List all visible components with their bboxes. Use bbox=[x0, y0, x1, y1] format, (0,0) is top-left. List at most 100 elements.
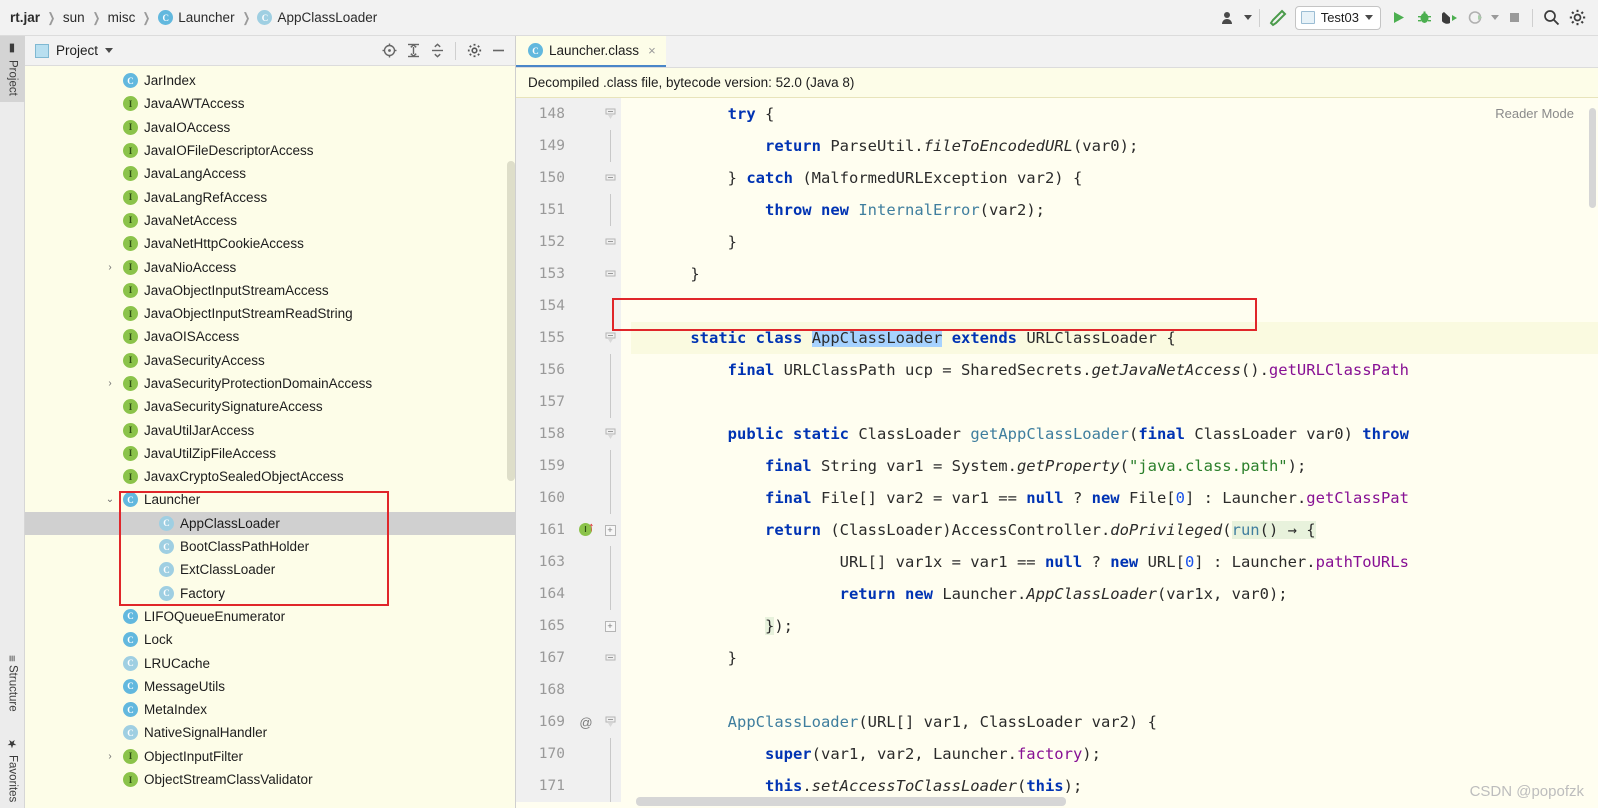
tool-window-tab-favorites[interactable]: ★ Favorites bbox=[0, 731, 25, 808]
code-line[interactable]: 164 return new Launcher.AppClassLoader(v… bbox=[516, 578, 1598, 610]
code-line[interactable]: 155 static class AppClassLoader extends … bbox=[516, 322, 1598, 354]
annotation-marker-icon[interactable]: @ bbox=[573, 706, 599, 738]
run-play-icon[interactable] bbox=[1385, 5, 1411, 31]
tree-item[interactable]: C ExtClassLoader bbox=[25, 558, 515, 581]
tree-item[interactable]: › I JavaSecurityProtectionDomainAccess bbox=[25, 372, 515, 395]
code-line[interactable]: 150 } catch (MalformedURLException var2)… bbox=[516, 162, 1598, 194]
code-line[interactable]: 169 @ AppClassLoader(URL[] var1, ClassLoa… bbox=[516, 706, 1598, 738]
breadcrumb-item-appclassloader[interactable]: C AppClassLoader bbox=[257, 10, 377, 25]
fold-guide-line[interactable] bbox=[599, 386, 621, 418]
tree-item[interactable]: I JavaLangAccess bbox=[25, 162, 515, 185]
fold-guide-line[interactable] bbox=[599, 354, 621, 386]
run-configuration-selector[interactable]: Test03 bbox=[1294, 5, 1381, 30]
search-icon[interactable] bbox=[1538, 5, 1564, 31]
fold-end-icon[interactable] bbox=[599, 642, 621, 674]
expand-all-icon[interactable] bbox=[402, 40, 424, 62]
tree-item[interactable]: I JavaUtilZipFileAccess bbox=[25, 442, 515, 465]
locate-icon[interactable] bbox=[378, 40, 400, 62]
code-line[interactable]: 149 return ParseUtil.fileToEncodedURL(va… bbox=[516, 130, 1598, 162]
code-viewport[interactable]: Reader Mode 148 try {149 return ParseUti… bbox=[516, 98, 1598, 808]
fold-guide-line[interactable] bbox=[599, 546, 621, 578]
fold-collapse-icon[interactable] bbox=[599, 98, 621, 130]
tree-item[interactable]: C MetaIndex bbox=[25, 698, 515, 721]
breadcrumb-item-misc[interactable]: misc bbox=[108, 10, 136, 25]
tree-item[interactable]: C Lock bbox=[25, 628, 515, 651]
project-tree-scrollbar[interactable] bbox=[507, 161, 515, 481]
fold-expand-icon[interactable]: + bbox=[599, 610, 621, 642]
tree-item[interactable]: I JavaSecurityAccess bbox=[25, 349, 515, 372]
tool-window-tab-project[interactable]: ▮ Project bbox=[0, 36, 25, 102]
code-line[interactable]: 170 super(var1, var2, Launcher.factory); bbox=[516, 738, 1598, 770]
code-line[interactable]: 153 } bbox=[516, 258, 1598, 290]
tree-item[interactable]: I JavaNetAccess bbox=[25, 209, 515, 232]
code-line[interactable]: 154 bbox=[516, 290, 1598, 322]
chevron-right-icon[interactable]: › bbox=[103, 751, 117, 762]
tree-item[interactable]: C MessageUtils bbox=[25, 675, 515, 698]
fold-end-icon[interactable] bbox=[599, 258, 621, 290]
tree-item[interactable]: I JavaxCryptoSealedObjectAccess bbox=[25, 465, 515, 488]
breadcrumb-item-sun[interactable]: sun bbox=[63, 10, 85, 25]
code-line[interactable]: 165 + }); bbox=[516, 610, 1598, 642]
code-line[interactable]: 160 final File[] var2 = var1 == null ? n… bbox=[516, 482, 1598, 514]
editor-vertical-scrollbar[interactable] bbox=[1589, 108, 1596, 208]
tree-item[interactable]: C NativeSignalHandler bbox=[25, 721, 515, 744]
code-line[interactable]: 148 try { bbox=[516, 98, 1598, 130]
code-line[interactable]: 157 bbox=[516, 386, 1598, 418]
fold-collapse-icon[interactable] bbox=[599, 322, 621, 354]
profiler-dropdown-caret-icon[interactable] bbox=[1489, 5, 1501, 31]
tree-item[interactable]: I JavaNetHttpCookieAccess bbox=[25, 232, 515, 255]
profiler-icon[interactable] bbox=[1463, 5, 1489, 31]
breadcrumb-item-jar[interactable]: rt.jar bbox=[10, 10, 40, 25]
tree-item[interactable]: I JavaOISAccess bbox=[25, 325, 515, 348]
stop-icon[interactable] bbox=[1501, 5, 1527, 31]
tree-item[interactable]: I ObjectStreamClassValidator bbox=[25, 768, 515, 791]
fold-end-icon[interactable] bbox=[599, 226, 621, 258]
fold-guide-line[interactable] bbox=[599, 578, 621, 610]
debug-bug-icon[interactable] bbox=[1411, 5, 1437, 31]
editor-horizontal-scrollbar[interactable] bbox=[636, 797, 1066, 806]
tree-item[interactable]: I JavaIOAccess bbox=[25, 116, 515, 139]
tree-item[interactable]: C LIFOQueueEnumerator bbox=[25, 605, 515, 628]
fold-collapse-icon[interactable] bbox=[599, 418, 621, 450]
tree-item[interactable]: I JavaSecuritySignatureAccess bbox=[25, 395, 515, 418]
code-line[interactable]: 161 I ↑ + return (ClassLoader)AccessControl… bbox=[516, 514, 1598, 546]
tree-item[interactable]: I JavaAWTAccess bbox=[25, 92, 515, 115]
code-line[interactable]: 163 URL[] var1x = var1 == null ? new URL… bbox=[516, 546, 1598, 578]
editor-tab-launcher-class[interactable]: C Launcher.class × bbox=[516, 36, 666, 67]
tree-item[interactable]: › I ObjectInputFilter bbox=[25, 745, 515, 768]
tree-item[interactable]: C BootClassPathHolder bbox=[25, 535, 515, 558]
chevron-right-icon[interactable]: › bbox=[103, 378, 117, 389]
collapse-all-icon[interactable] bbox=[426, 40, 448, 62]
tree-item[interactable]: I JavaObjectInputStreamReadString bbox=[25, 302, 515, 325]
fold-guide-line[interactable] bbox=[599, 450, 621, 482]
tree-item[interactable]: C AppClassLoader bbox=[25, 511, 515, 535]
run-with-coverage-icon[interactable] bbox=[1437, 5, 1463, 31]
code-line[interactable]: 156 final URLClassPath ucp = SharedSecre… bbox=[516, 354, 1598, 386]
tree-item[interactable]: I JavaLangRefAccess bbox=[25, 185, 515, 208]
user-dropdown-caret-icon[interactable] bbox=[1242, 5, 1254, 31]
breadcrumb-item-launcher[interactable]: C Launcher bbox=[158, 10, 235, 25]
code-line[interactable]: 159 final String var1 = System.getProper… bbox=[516, 450, 1598, 482]
tree-item[interactable]: C JarIndex bbox=[25, 69, 515, 92]
fold-guide-line[interactable] bbox=[599, 130, 621, 162]
chevron-down-icon[interactable]: ⌄ bbox=[103, 494, 117, 505]
tree-item[interactable]: I JavaObjectInputStreamAccess bbox=[25, 279, 515, 302]
hide-icon[interactable] bbox=[487, 40, 509, 62]
fold-guide-line[interactable] bbox=[599, 194, 621, 226]
code-line[interactable]: 168 bbox=[516, 674, 1598, 706]
tree-item[interactable]: I JavaIOFileDescriptorAccess bbox=[25, 139, 515, 162]
fold-guide-line[interactable] bbox=[599, 482, 621, 514]
tree-item[interactable]: C Factory bbox=[25, 582, 515, 605]
tree-item[interactable]: I JavaUtilJarAccess bbox=[25, 418, 515, 441]
tree-item[interactable]: C LRUCache bbox=[25, 651, 515, 674]
fold-end-icon[interactable] bbox=[599, 162, 621, 194]
tool-window-tab-structure[interactable]: ≡ Structure bbox=[0, 649, 25, 718]
fold-guide-line[interactable] bbox=[599, 770, 621, 802]
code-line[interactable]: 167 } bbox=[516, 642, 1598, 674]
build-hammer-icon[interactable] bbox=[1265, 5, 1291, 31]
code-line[interactable]: 151 throw new InternalError(var2); bbox=[516, 194, 1598, 226]
fold-expand-icon[interactable]: + bbox=[599, 514, 621, 546]
gear-icon[interactable] bbox=[463, 40, 485, 62]
implementation-marker-icon[interactable]: I ↑ bbox=[573, 514, 599, 546]
chevron-down-icon[interactable] bbox=[105, 48, 114, 53]
